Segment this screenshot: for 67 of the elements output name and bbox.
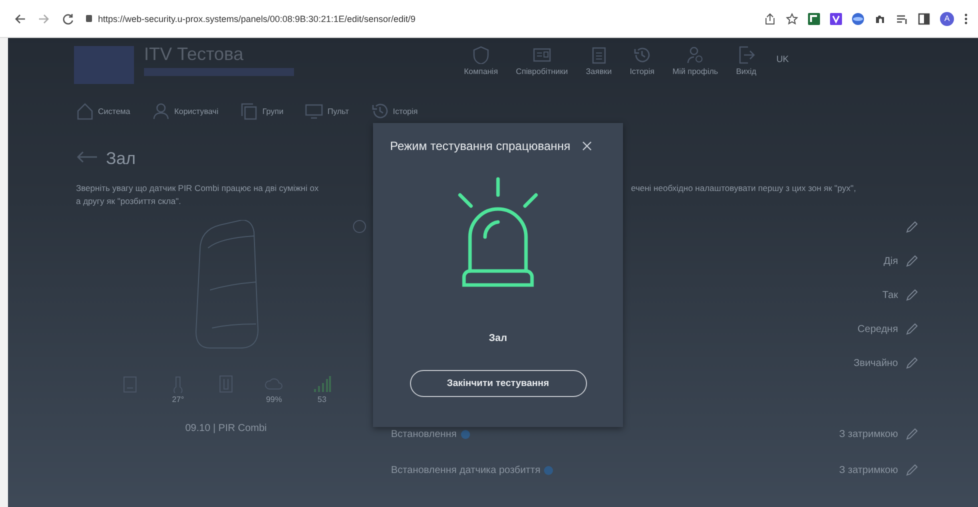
sensor-name: 09.10 | PIR Combi	[185, 423, 267, 434]
section-tab[interactable]: Система	[76, 100, 130, 122]
side-panel-icon[interactable]	[918, 12, 930, 24]
extension-icon[interactable]	[808, 12, 820, 24]
page-title: Зал	[106, 149, 136, 169]
section-tab[interactable]: Групи	[240, 100, 284, 122]
setting-label: Встановлення датчика розбиття	[391, 464, 540, 476]
setting-value: Звичайно	[854, 358, 898, 368]
user-icon	[152, 102, 170, 120]
user-gear-icon	[686, 46, 704, 64]
close-icon[interactable]	[582, 141, 592, 151]
battery-icon	[121, 375, 139, 393]
setting-label: Встановлення	[391, 428, 457, 440]
zone-name: Зал	[488, 333, 508, 344]
pencil-icon[interactable]	[906, 323, 918, 335]
history-icon	[633, 46, 652, 64]
shield-icon	[472, 46, 490, 64]
menu-icon[interactable]	[964, 12, 968, 24]
header-nav-item[interactable]: Компанія	[464, 46, 498, 76]
clipboard-icon	[590, 46, 608, 64]
pencil-icon[interactable]	[906, 357, 918, 369]
note-text: Зверніть увагу що датчик PIR Combi працює на дві суміжні ох	[76, 182, 320, 195]
tamper-icon	[217, 375, 235, 393]
house-icon	[76, 102, 94, 120]
reload-icon[interactable]	[62, 12, 74, 24]
header-nav-item[interactable]: Заявки	[586, 46, 612, 76]
stat-value: 99%	[266, 395, 282, 404]
reading-list-icon[interactable]	[896, 12, 908, 24]
section-tab[interactable]: Користувачі	[152, 100, 218, 122]
header-nav-item[interactable]: Мій профіль	[672, 46, 718, 76]
header-nav-item[interactable]: Співробітники	[516, 46, 568, 76]
pencil-icon[interactable]	[906, 464, 918, 476]
setting-value: Так	[882, 290, 898, 300]
star-icon[interactable]	[786, 12, 798, 24]
stacked-pages-icon	[240, 102, 258, 120]
exit-icon	[737, 46, 756, 64]
pencil-icon[interactable]	[906, 428, 918, 440]
note-text: а другу як "розбиття скла".	[76, 195, 182, 208]
pencil-icon[interactable]	[906, 289, 918, 301]
stat-value: 53	[318, 395, 326, 404]
organization-name: ITV Тестова	[144, 44, 244, 65]
setting-value: Середня	[858, 324, 898, 334]
profile-avatar[interactable]: A	[940, 12, 954, 26]
extension-icon[interactable]	[830, 12, 842, 24]
address-bar[interactable]: https://web-security.u-prox.systems/panels/00:08:9B:30:21:1E/edit/sensor/edit/9	[86, 6, 752, 30]
pencil-icon[interactable]	[906, 221, 918, 233]
pencil-icon[interactable]	[906, 255, 918, 267]
finish-testing-button[interactable]: Закінчити тестування	[410, 370, 586, 397]
note-text: ечені необхідно налаштовувати першу з цих зон як "рух",	[631, 182, 856, 195]
setting-value: З затримкою	[839, 464, 898, 476]
history-icon	[370, 102, 389, 120]
dialog-title: Режим тестування спрацювання	[390, 139, 570, 153]
extension-icon[interactable]	[852, 12, 864, 24]
id-card-icon	[532, 46, 551, 64]
language-select[interactable]: UK	[776, 54, 789, 64]
share-icon[interactable]	[764, 12, 776, 24]
back-icon[interactable]	[14, 12, 26, 24]
section-tab[interactable]: Пульт	[305, 100, 349, 122]
section-tab[interactable]: Історія	[370, 100, 418, 122]
signal-icon	[313, 375, 331, 393]
logo-placeholder	[74, 46, 134, 84]
header-nav-item[interactable]: Історія	[630, 46, 654, 76]
setting-value: З затримкою	[839, 428, 898, 440]
stat-value: 27°	[172, 395, 184, 404]
setting-value: Дія	[884, 256, 898, 266]
header-nav-item[interactable]: Вихід	[736, 46, 756, 76]
monitor-icon	[305, 102, 324, 120]
